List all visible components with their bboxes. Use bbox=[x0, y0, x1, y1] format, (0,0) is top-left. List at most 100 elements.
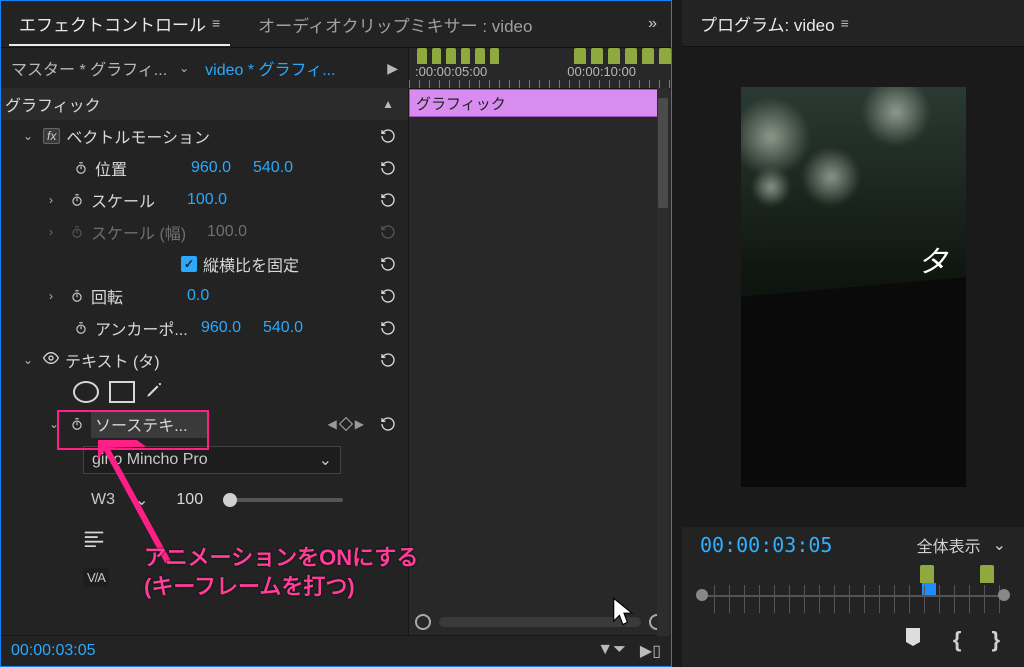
annotation-text: アニメーションをONにする (キーフレームを打つ) bbox=[144, 544, 418, 601]
time-ruler[interactable]: :00:00:05:00 00:00:10:00 bbox=[409, 48, 671, 89]
tab-audio-mixer[interactable]: オーディオクリップミキサー : video bbox=[248, 4, 542, 45]
prop-anchor: アンカーポ... 960.0 540.0 bbox=[1, 312, 408, 344]
panel-menu-icon[interactable]: ≡ bbox=[841, 15, 849, 31]
section-graphics[interactable]: グラフィック ▲ bbox=[1, 88, 408, 120]
rotation-caret[interactable]: › bbox=[49, 289, 63, 303]
ellipse-mask-button[interactable] bbox=[73, 381, 99, 403]
keyframe-nav[interactable]: ◀ ▶ bbox=[328, 417, 364, 431]
reset-source-text[interactable] bbox=[376, 414, 400, 434]
stopwatch-position-icon[interactable] bbox=[73, 160, 89, 176]
reset-anchor[interactable] bbox=[376, 318, 400, 338]
tab-effect-controls[interactable]: エフェクトコントロール ≡ bbox=[9, 3, 230, 46]
chevron-down-icon: ⌄ bbox=[319, 450, 332, 470]
pen-mask-button[interactable] bbox=[145, 381, 163, 404]
marker-icon[interactable] bbox=[461, 48, 471, 64]
reset-scale[interactable] bbox=[376, 190, 400, 210]
mark-in-button[interactable]: { bbox=[953, 627, 962, 653]
tab-program[interactable]: プログラム: video ≡ bbox=[690, 3, 859, 44]
reset-vector-motion[interactable] bbox=[376, 126, 400, 146]
anchor-x-value[interactable]: 960.0 bbox=[201, 319, 257, 337]
source-text-caret[interactable]: ⌄ bbox=[49, 417, 63, 431]
stopwatch-scale-icon[interactable] bbox=[69, 192, 85, 208]
reset-text-layer[interactable] bbox=[376, 350, 400, 370]
tab-audio-mixer-label: オーディオクリップミキサー : video bbox=[258, 12, 532, 37]
stopwatch-source-text-icon[interactable] bbox=[69, 416, 85, 432]
zoom-select[interactable]: 全体表示 ⌄ bbox=[917, 533, 1006, 557]
filter-icon[interactable]: ▼⏷ bbox=[597, 641, 626, 661]
marker-icon[interactable] bbox=[642, 48, 654, 64]
scale-caret[interactable]: › bbox=[49, 193, 63, 207]
prop-rotation: › 回転 0.0 bbox=[1, 280, 408, 312]
section-text-layer[interactable]: ⌄ テキスト (タ) bbox=[1, 344, 408, 376]
font-size-value[interactable]: 100 bbox=[176, 491, 203, 509]
master-clip-label[interactable]: マスター * グラフィ... bbox=[11, 56, 167, 80]
next-keyframe-icon[interactable]: ▶ bbox=[355, 417, 364, 431]
add-marker-button[interactable] bbox=[903, 626, 923, 654]
eye-icon[interactable] bbox=[43, 350, 59, 371]
overflow-tabs-button[interactable]: » bbox=[642, 11, 663, 37]
position-x-value[interactable]: 960.0 bbox=[191, 159, 247, 177]
marker-icon[interactable] bbox=[475, 48, 485, 64]
clip-bar-label: グラフィック bbox=[416, 96, 506, 113]
rect-mask-button[interactable] bbox=[109, 381, 135, 403]
marker-icon[interactable] bbox=[625, 48, 637, 64]
marker-icon[interactable] bbox=[432, 48, 442, 64]
font-size-slider[interactable] bbox=[223, 498, 343, 502]
section-vector-motion[interactable]: ⌄ fx ベクトルモーション bbox=[1, 120, 408, 152]
range-handle-left[interactable] bbox=[696, 589, 708, 601]
clip-bar[interactable]: グラフィック bbox=[409, 89, 659, 117]
play-only-button[interactable]: ▶ bbox=[387, 60, 398, 77]
vertical-scrollbar[interactable] bbox=[657, 88, 669, 636]
marker-icon[interactable] bbox=[417, 48, 427, 64]
zoom-handle-left[interactable] bbox=[415, 614, 431, 630]
prev-keyframe-icon[interactable]: ◀ bbox=[328, 417, 337, 431]
panel-menu-icon[interactable]: ≡ bbox=[212, 15, 220, 31]
anchor-label: アンカーポ... bbox=[95, 316, 195, 340]
scale-value[interactable]: 100.0 bbox=[187, 191, 243, 209]
step-icon[interactable]: ▶▯ bbox=[640, 641, 661, 661]
marker-icon[interactable] bbox=[446, 48, 456, 64]
font-family-select[interactable]: gino Mincho Pro ⌄ bbox=[83, 446, 341, 474]
marker-icon[interactable] bbox=[591, 48, 603, 64]
vector-motion-caret[interactable]: ⌄ bbox=[23, 129, 37, 143]
chevron-down-icon: ⌄ bbox=[135, 490, 148, 510]
panel-tabs-right: プログラム: video ≡ bbox=[682, 0, 1024, 47]
stopwatch-anchor-icon[interactable] bbox=[73, 320, 89, 336]
mark-out-button[interactable]: } bbox=[991, 627, 1000, 653]
kerning-icon[interactable]: V/A bbox=[83, 568, 109, 587]
video-preview[interactable]: タ bbox=[741, 87, 966, 487]
add-keyframe-icon[interactable] bbox=[339, 417, 353, 431]
text-layer-caret[interactable]: ⌄ bbox=[23, 353, 37, 367]
scale-w-value: 100.0 bbox=[207, 223, 263, 241]
rotation-value[interactable]: 0.0 bbox=[187, 287, 243, 305]
monitor-area: タ bbox=[682, 47, 1024, 527]
clip-dropdown-caret[interactable]: ⌄ bbox=[179, 61, 193, 75]
anchor-y-value[interactable]: 540.0 bbox=[263, 319, 319, 337]
marker-icon[interactable] bbox=[659, 48, 671, 64]
scrollbar-thumb[interactable] bbox=[658, 98, 668, 208]
reset-uniform[interactable] bbox=[376, 254, 400, 274]
timeline-track-area[interactable]: グラフィック bbox=[409, 89, 671, 635]
reset-rotation[interactable] bbox=[376, 286, 400, 306]
marker-icon[interactable] bbox=[574, 48, 586, 64]
uniform-scale-checkbox[interactable]: ✓ bbox=[181, 256, 197, 272]
reset-position[interactable] bbox=[376, 158, 400, 178]
slider-knob[interactable] bbox=[223, 493, 237, 507]
marker-icon[interactable] bbox=[980, 565, 994, 583]
position-y-value[interactable]: 540.0 bbox=[253, 159, 309, 177]
fx-badge-icon: fx bbox=[43, 128, 60, 144]
prop-position: 位置 960.0 540.0 bbox=[1, 152, 408, 184]
collapse-graphics-icon[interactable]: ▲ bbox=[382, 97, 400, 111]
source-text-label[interactable]: ソーステキ... bbox=[91, 410, 209, 438]
program-mini-timeline[interactable] bbox=[700, 565, 1006, 613]
program-timecode[interactable]: 00:00:03:05 bbox=[700, 533, 832, 557]
clip-name-label[interactable]: video * グラフィ... bbox=[205, 56, 335, 80]
stopwatch-rotation-icon[interactable] bbox=[69, 288, 85, 304]
marker-icon[interactable] bbox=[920, 565, 934, 583]
footer-timecode[interactable]: 00:00:03:05 bbox=[11, 642, 96, 660]
align-left-icon[interactable] bbox=[83, 529, 105, 552]
font-weight-select[interactable]: W3 ⌄ bbox=[83, 488, 156, 512]
marker-icon[interactable] bbox=[490, 48, 500, 64]
range-handle-right[interactable] bbox=[998, 589, 1010, 601]
marker-icon[interactable] bbox=[608, 48, 620, 64]
